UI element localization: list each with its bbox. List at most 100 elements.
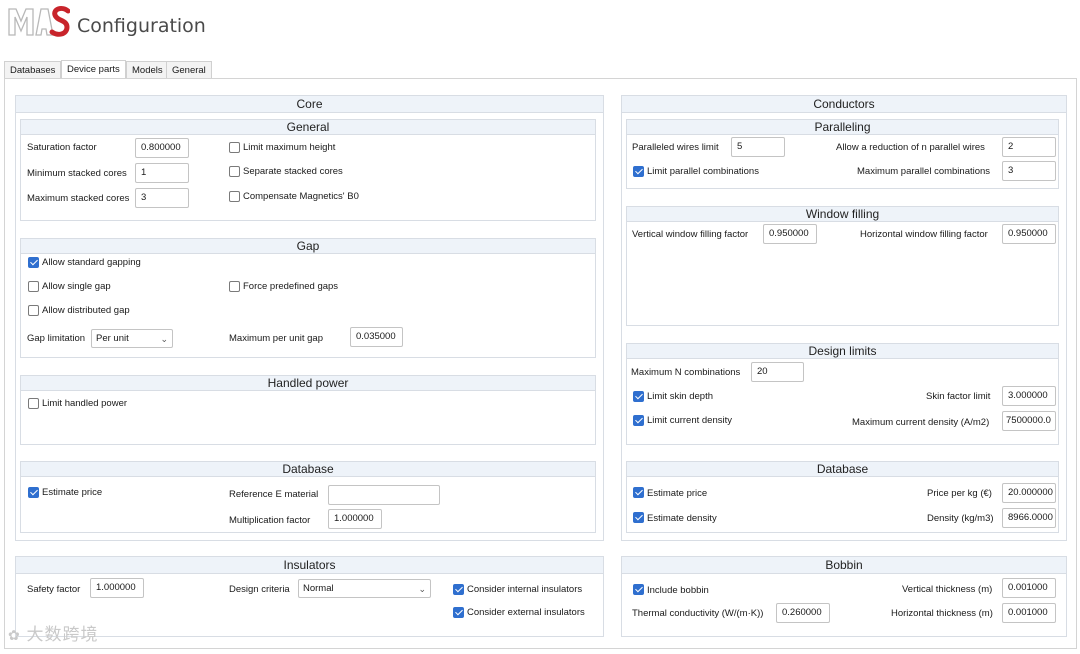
horizontal-thickness-input[interactable]: 0.001000 bbox=[1002, 603, 1056, 623]
price-per-kg-input[interactable]: 20.000000 bbox=[1002, 483, 1056, 503]
density-input[interactable]: 8966.0000 bbox=[1002, 508, 1056, 528]
limit-handled-power-label: Limit handled power bbox=[42, 398, 128, 409]
insulators-title: Insulators bbox=[16, 557, 603, 574]
core-gap-title: Gap bbox=[21, 239, 595, 254]
min-stacked-cores-input[interactable]: 1 bbox=[135, 163, 189, 183]
force-predefined-gaps-checkbox[interactable] bbox=[229, 281, 240, 292]
reference-e-material-label: Reference E material bbox=[229, 489, 319, 500]
max-n-combinations-label: Maximum N combinations bbox=[631, 367, 741, 378]
tab-general[interactable]: General bbox=[166, 61, 212, 78]
core-estimate-price-label: Estimate price bbox=[42, 487, 103, 498]
design-limits-title: Design limits bbox=[627, 344, 1058, 359]
watermark-logo-icon: ✿ bbox=[8, 627, 21, 643]
core-estimate-price-checkbox[interactable] bbox=[28, 487, 39, 498]
max-parallel-combinations-input[interactable]: 3 bbox=[1002, 161, 1056, 181]
saturation-factor-input[interactable]: 0.800000 bbox=[135, 138, 189, 158]
tab-models[interactable]: Models bbox=[126, 61, 169, 78]
allow-reduction-input[interactable]: 2 bbox=[1002, 137, 1056, 157]
safety-factor-label: Safety factor bbox=[27, 584, 81, 595]
max-stacked-cores-input[interactable]: 3 bbox=[135, 188, 189, 208]
min-stacked-cores-label: Minimum stacked cores bbox=[27, 168, 127, 179]
consider-internal-insulators-checkbox[interactable] bbox=[453, 584, 464, 595]
app-header: Configuration bbox=[0, 0, 1080, 58]
chevron-down-icon: ⌄ bbox=[160, 334, 168, 344]
saturation-factor-label: Saturation factor bbox=[27, 142, 97, 153]
allow-distributed-gap-label: Allow distributed gap bbox=[42, 305, 130, 316]
compensate-b0-label: Compensate Magnetics' B0 bbox=[243, 191, 359, 202]
limit-parallel-combinations-checkbox[interactable] bbox=[633, 166, 644, 177]
separate-stacked-label: Separate stacked cores bbox=[243, 166, 343, 177]
watermark: ✿ 大数跨境 bbox=[8, 620, 98, 645]
allow-standard-gapping-label: Allow standard gapping bbox=[42, 257, 141, 268]
paralleling-group: Paralleling bbox=[626, 119, 1059, 189]
allow-single-gap-label: Allow single gap bbox=[42, 281, 111, 292]
thermal-conductivity-label: Thermal conductivity (W/(m·K)) bbox=[632, 608, 764, 619]
paralleling-title: Paralleling bbox=[627, 120, 1058, 135]
paralleled-wires-limit-label: Paralleled wires limit bbox=[632, 142, 719, 153]
estimate-density-label: Estimate density bbox=[647, 513, 717, 524]
core-database-title: Database bbox=[21, 462, 595, 477]
max-per-unit-gap-label: Maximum per unit gap bbox=[229, 333, 323, 344]
app-logo bbox=[6, 5, 71, 41]
max-parallel-combinations-label: Maximum parallel combinations bbox=[857, 166, 991, 177]
skin-factor-limit-label: Skin factor limit bbox=[926, 391, 991, 402]
consider-external-insulators-label: Consider external insulators bbox=[467, 607, 585, 618]
gap-limitation-select[interactable]: Per unit ⌄ bbox=[91, 329, 173, 348]
limit-skin-depth-label: Limit skin depth bbox=[647, 391, 714, 402]
horizontal-thickness-label: Horizontal thickness (m) bbox=[891, 608, 993, 619]
allow-reduction-label: Allow a reduction of n parallel wires bbox=[836, 142, 985, 153]
chevron-down-icon: ⌄ bbox=[418, 584, 426, 594]
tab-bar: Databases Device parts Models General bbox=[4, 60, 1076, 79]
bobbin-title: Bobbin bbox=[622, 557, 1066, 574]
core-handled-power-group: Handled power bbox=[20, 375, 596, 445]
compensate-b0-checkbox[interactable] bbox=[229, 191, 240, 202]
density-label: Density (kg/m3) bbox=[927, 513, 994, 524]
limit-current-density-checkbox[interactable] bbox=[633, 415, 644, 426]
limit-handled-power-checkbox[interactable] bbox=[28, 398, 39, 409]
allow-standard-gapping-checkbox[interactable] bbox=[28, 257, 39, 268]
bobbin-group: Bobbin bbox=[621, 556, 1067, 637]
design-criteria-label: Design criteria bbox=[229, 584, 290, 595]
consider-external-insulators-checkbox[interactable] bbox=[453, 607, 464, 618]
force-predefined-gaps-label: Force predefined gaps bbox=[243, 281, 339, 292]
include-bobbin-label: Include bobbin bbox=[647, 585, 709, 596]
gap-limitation-value: Per unit bbox=[96, 333, 129, 344]
paralleled-wires-limit-input[interactable]: 5 bbox=[731, 137, 785, 157]
allow-distributed-gap-checkbox[interactable] bbox=[28, 305, 39, 316]
vertical-thickness-input[interactable]: 0.001000 bbox=[1002, 578, 1056, 598]
core-title: Core bbox=[16, 96, 603, 113]
tab-device-parts[interactable]: Device parts bbox=[61, 60, 126, 79]
design-criteria-select[interactable]: Normal ⌄ bbox=[298, 579, 431, 598]
consider-internal-insulators-label: Consider internal insulators bbox=[467, 584, 583, 595]
multiplication-factor-input[interactable]: 1.000000 bbox=[328, 509, 382, 529]
vertical-filling-label: Vertical window filling factor bbox=[632, 229, 749, 240]
estimate-density-checkbox[interactable] bbox=[633, 512, 644, 523]
conductors-database-title: Database bbox=[627, 462, 1058, 477]
thermal-conductivity-input[interactable]: 0.260000 bbox=[776, 603, 830, 623]
price-per-kg-label: Price per kg (€) bbox=[927, 488, 992, 499]
limit-max-height-checkbox[interactable] bbox=[229, 142, 240, 153]
reference-e-material-input[interactable] bbox=[328, 485, 440, 505]
max-current-density-input[interactable]: 7500000.0 bbox=[1002, 411, 1056, 431]
conductor-estimate-price-checkbox[interactable] bbox=[633, 487, 644, 498]
vertical-filling-input[interactable]: 0.950000 bbox=[763, 224, 817, 244]
max-n-combinations-input[interactable]: 20 bbox=[751, 362, 804, 382]
skin-factor-limit-input[interactable]: 3.000000 bbox=[1002, 386, 1056, 406]
watermark-text: 大数跨境 bbox=[26, 625, 99, 644]
window-filling-title: Window filling bbox=[627, 207, 1058, 222]
include-bobbin-checkbox[interactable] bbox=[633, 584, 644, 595]
limit-parallel-combinations-label: Limit parallel combinations bbox=[647, 166, 759, 177]
separate-stacked-checkbox[interactable] bbox=[229, 166, 240, 177]
tab-databases[interactable]: Databases bbox=[4, 61, 62, 78]
limit-skin-depth-checkbox[interactable] bbox=[633, 391, 644, 402]
design-criteria-value: Normal bbox=[303, 583, 334, 594]
allow-single-gap-checkbox[interactable] bbox=[28, 281, 39, 292]
vertical-thickness-label: Vertical thickness (m) bbox=[902, 584, 993, 595]
max-current-density-label: Maximum current density (A/m2) bbox=[852, 417, 990, 428]
safety-factor-input[interactable]: 1.000000 bbox=[90, 578, 144, 598]
max-stacked-cores-label: Maximum stacked cores bbox=[27, 193, 130, 204]
max-per-unit-gap-input[interactable]: 0.035000 bbox=[350, 327, 403, 347]
conductors-title: Conductors bbox=[622, 96, 1066, 113]
window-filling-group: Window filling bbox=[626, 206, 1059, 326]
horizontal-filling-input[interactable]: 0.950000 bbox=[1002, 224, 1056, 244]
